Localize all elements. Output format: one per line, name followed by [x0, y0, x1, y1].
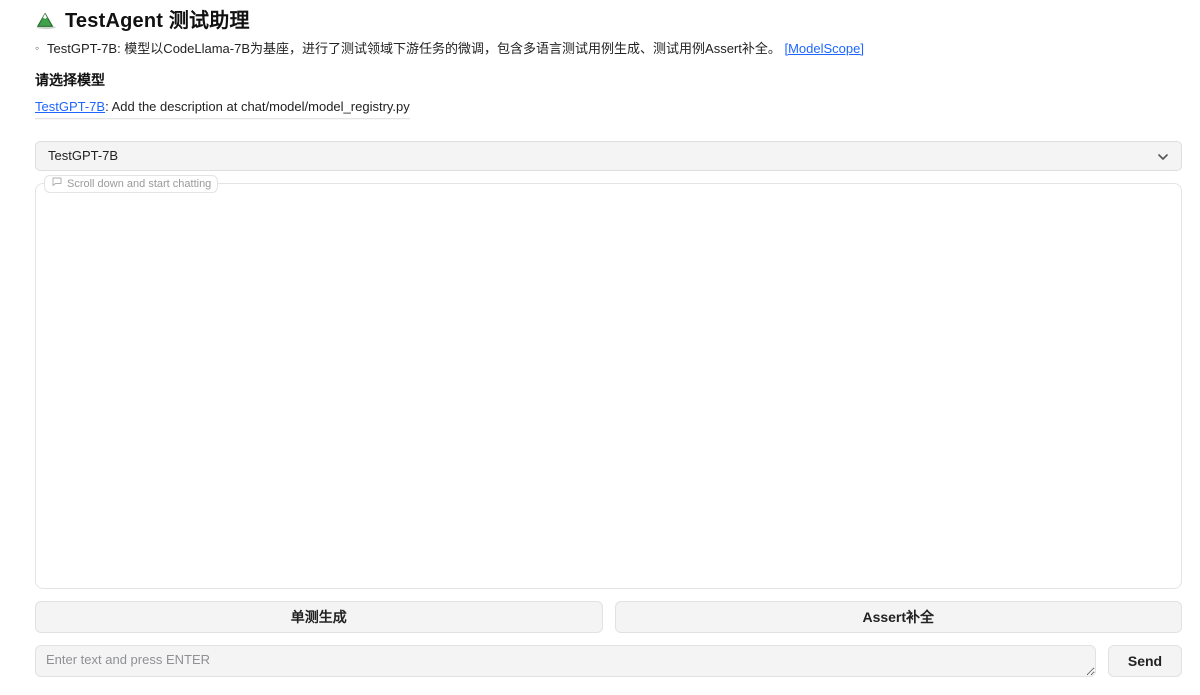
chat-box[interactable]: Scroll down and start chatting	[35, 183, 1182, 589]
assert-button[interactable]: Assert补全	[615, 601, 1183, 633]
prompt-input[interactable]	[35, 645, 1096, 677]
chat-legend-text: Scroll down and start chatting	[67, 178, 211, 190]
model-section-heading: 请选择模型	[35, 70, 1182, 90]
model-desc: : Add the description at chat/model/mode…	[105, 99, 410, 114]
modelscope-link[interactable]: [ModelScope]	[784, 41, 864, 56]
header: TestAgent 测试助理	[35, 4, 1182, 33]
description-text: TestGPT-7B: 模型以CodeLlama-7B为基座，进行了测试领域下游…	[47, 41, 784, 56]
page-title: TestAgent 测试助理	[65, 4, 250, 33]
model-line: TestGPT-7B: Add the description at chat/…	[35, 99, 410, 114]
chat-legend: Scroll down and start chatting	[44, 175, 218, 193]
mountain-icon	[35, 8, 57, 30]
model-select[interactable]: TestGPT-7B	[35, 141, 1182, 171]
model-select-value: TestGPT-7B	[48, 148, 118, 163]
model-link[interactable]: TestGPT-7B	[35, 99, 105, 114]
description-item: TestGPT-7B: 模型以CodeLlama-7B为基座，进行了测试领域下游…	[35, 39, 1182, 60]
generate-button[interactable]: 单测生成	[35, 601, 603, 633]
send-button[interactable]: Send	[1108, 645, 1182, 677]
chat-icon	[51, 176, 63, 191]
description-list: TestGPT-7B: 模型以CodeLlama-7B为基座，进行了测试领域下游…	[35, 39, 1182, 60]
